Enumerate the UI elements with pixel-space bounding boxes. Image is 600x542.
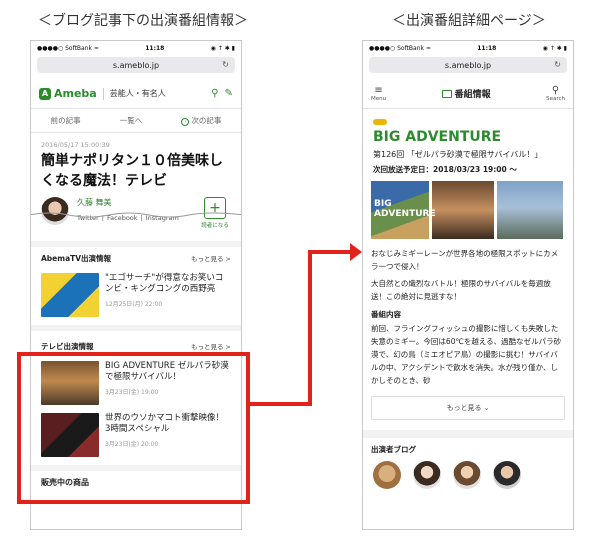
abema-heading: AbemaTV出演情報 <box>41 253 112 263</box>
reload-icon[interactable]: ↻ <box>554 60 561 69</box>
search-icon[interactable]: ⚲ <box>211 88 218 99</box>
tv-icon <box>441 89 452 98</box>
url-text: s.ameblo.jp <box>444 60 492 70</box>
description-paragraph: 大自然との熾烈なバトル！極限のサバイバルを毎週放送！この絶対に見逃すな！ <box>371 279 551 301</box>
tv-more-link[interactable]: もっと見る > <box>191 341 231 351</box>
hamburger-icon: ≡ <box>374 85 383 96</box>
gallery-image[interactable] <box>432 181 494 239</box>
abema-section-header: AbemaTV出演情報 もっと見る > <box>31 247 241 269</box>
status-icons: ◉ ↑ ✱ ▮ <box>542 44 567 52</box>
ameba-header: A Ameba 芸能人・有名人 ⚲ ✎ <box>31 79 241 109</box>
author-name[interactable]: 久藤 舞美 <box>77 197 191 208</box>
status-time: 11:18 <box>477 44 497 52</box>
ameba-logo[interactable]: A Ameba <box>39 87 97 100</box>
menu-label: Menu <box>371 96 387 102</box>
url-text: s.ameblo.jp <box>112 60 160 70</box>
gallery-image[interactable] <box>497 181 563 239</box>
status-time: 11:18 <box>145 44 165 52</box>
category-label[interactable]: 芸能人・有名人 <box>110 88 206 99</box>
next-article-label: 次の記事 <box>191 116 222 125</box>
carrier-label: ●●●●○ SoftBank ≈ <box>369 44 431 52</box>
post-date: 2016/05/17 15:00:39 <box>41 141 110 149</box>
status-bar: ●●●●○ SoftBank ≈ 11:18 ◉ ↑ ✱ ▮ <box>363 41 573 55</box>
become-reader-label: 読者になる <box>201 223 229 229</box>
carrier-label: ●●●●○ SoftBank ≈ <box>37 44 99 52</box>
abema-item[interactable]: "エゴサーチ"が得意なお笑いコンビ・キングコングの西野亮 12月25日(月) 2… <box>31 269 241 321</box>
search-button[interactable]: ⚲ Search <box>546 85 565 102</box>
arrow-right-icon <box>350 243 362 261</box>
header-divider <box>102 87 104 100</box>
search-label: Search <box>546 96 565 102</box>
left-caption: ＜ブログ記事下の出演番組情報＞ <box>38 13 248 29</box>
next-article-link[interactable]: › 次の記事 <box>181 115 221 126</box>
next-airdate: 次回放送予定日：2018/03/23 19:00 〜 <box>373 165 517 174</box>
chevron-down-icon: ⌄ <box>483 404 490 412</box>
content-text: 前回、フライングフィッシュの撮影に惜しくも失敗した失意のミギー。今回は60℃を越… <box>371 324 562 385</box>
image-gallery: BIG ADVENTURE <box>363 175 573 245</box>
right-phone-screen: ●●●●○ SoftBank ≈ 11:18 ◉ ↑ ✱ ▮ s.ameblo.… <box>362 40 574 530</box>
read-more-label: もっと見る <box>446 404 482 412</box>
performer-avatar[interactable] <box>493 461 521 489</box>
section-divider <box>363 430 573 438</box>
show-logo-text: BIG ADVENTURE <box>374 199 436 219</box>
menu-button[interactable]: ≡ Menu <box>371 85 386 102</box>
gallery-image[interactable]: BIG ADVENTURE <box>371 181 436 239</box>
episode-title: 第126回 「ゼルパラ砂漠で極限サバイバル！」 <box>373 150 543 159</box>
url-bar[interactable]: s.ameblo.jp ↻ <box>37 57 235 73</box>
right-caption: ＜出演番組詳細ページ＞ <box>392 13 546 29</box>
performer-avatar[interactable] <box>413 461 441 489</box>
program-info-label: 番組情報 <box>454 90 491 100</box>
performer-avatar[interactable] <box>373 461 401 489</box>
chevron-right-icon: › <box>181 118 190 126</box>
abema-item-date: 12月25日(月) 22:00 <box>105 301 163 308</box>
post-title[interactable]: 簡単ナポリタン１０倍美味しくなる魔法！テレビ <box>31 151 241 191</box>
abema-item-title: "エゴサーチ"が得意なお笑いコンビ・キングコングの西野亮 <box>105 273 224 294</box>
torn-edge-divider <box>31 212 241 218</box>
program-header: ≡ Menu 番組情報 ⚲ Search <box>363 79 573 109</box>
status-bar: ●●●●○ SoftBank ≈ 11:18 ◉ ↑ ✱ ▮ <box>31 41 241 55</box>
abema-more-link[interactable]: もっと見る > <box>191 253 231 263</box>
tv-heading: テレビ出演情報 <box>41 341 94 351</box>
pencil-icon[interactable]: ✎ <box>225 88 233 99</box>
status-icons: ◉ ↑ ✱ ▮ <box>210 44 235 52</box>
read-more-button[interactable]: もっと見る ⌄ <box>371 396 565 420</box>
ameba-logo-text: Ameba <box>54 87 97 100</box>
url-bar[interactable]: s.ameblo.jp ↻ <box>369 57 567 73</box>
show-name: BIG ADVENTURE <box>373 129 502 145</box>
content-heading: 番組内容 <box>371 310 401 319</box>
reload-icon[interactable]: ↻ <box>222 60 229 69</box>
connector-line <box>250 402 312 406</box>
prev-article-link[interactable]: 前の記事 <box>51 115 81 126</box>
performer-avatar[interactable] <box>453 461 481 489</box>
search-icon: ⚲ <box>551 85 560 96</box>
performer-blog-list <box>363 455 573 495</box>
article-list-link[interactable]: 一覧へ <box>120 115 143 126</box>
description-paragraph: おなじみミギーレーンが世界各地の極限スポットにカメラ一つで侵入！ <box>371 249 559 271</box>
abema-thumbnail <box>41 273 99 317</box>
performer-blog-heading: 出演者ブログ <box>371 445 416 454</box>
connector-line <box>308 250 352 254</box>
article-nav: 前の記事 一覧へ › 次の記事 <box>31 109 241 133</box>
tv-info-highlight <box>17 352 250 504</box>
section-divider <box>31 325 241 331</box>
connector-line <box>308 250 312 406</box>
program-info-title: 番組情報 <box>441 87 491 100</box>
ameba-logo-icon: A <box>39 87 51 100</box>
